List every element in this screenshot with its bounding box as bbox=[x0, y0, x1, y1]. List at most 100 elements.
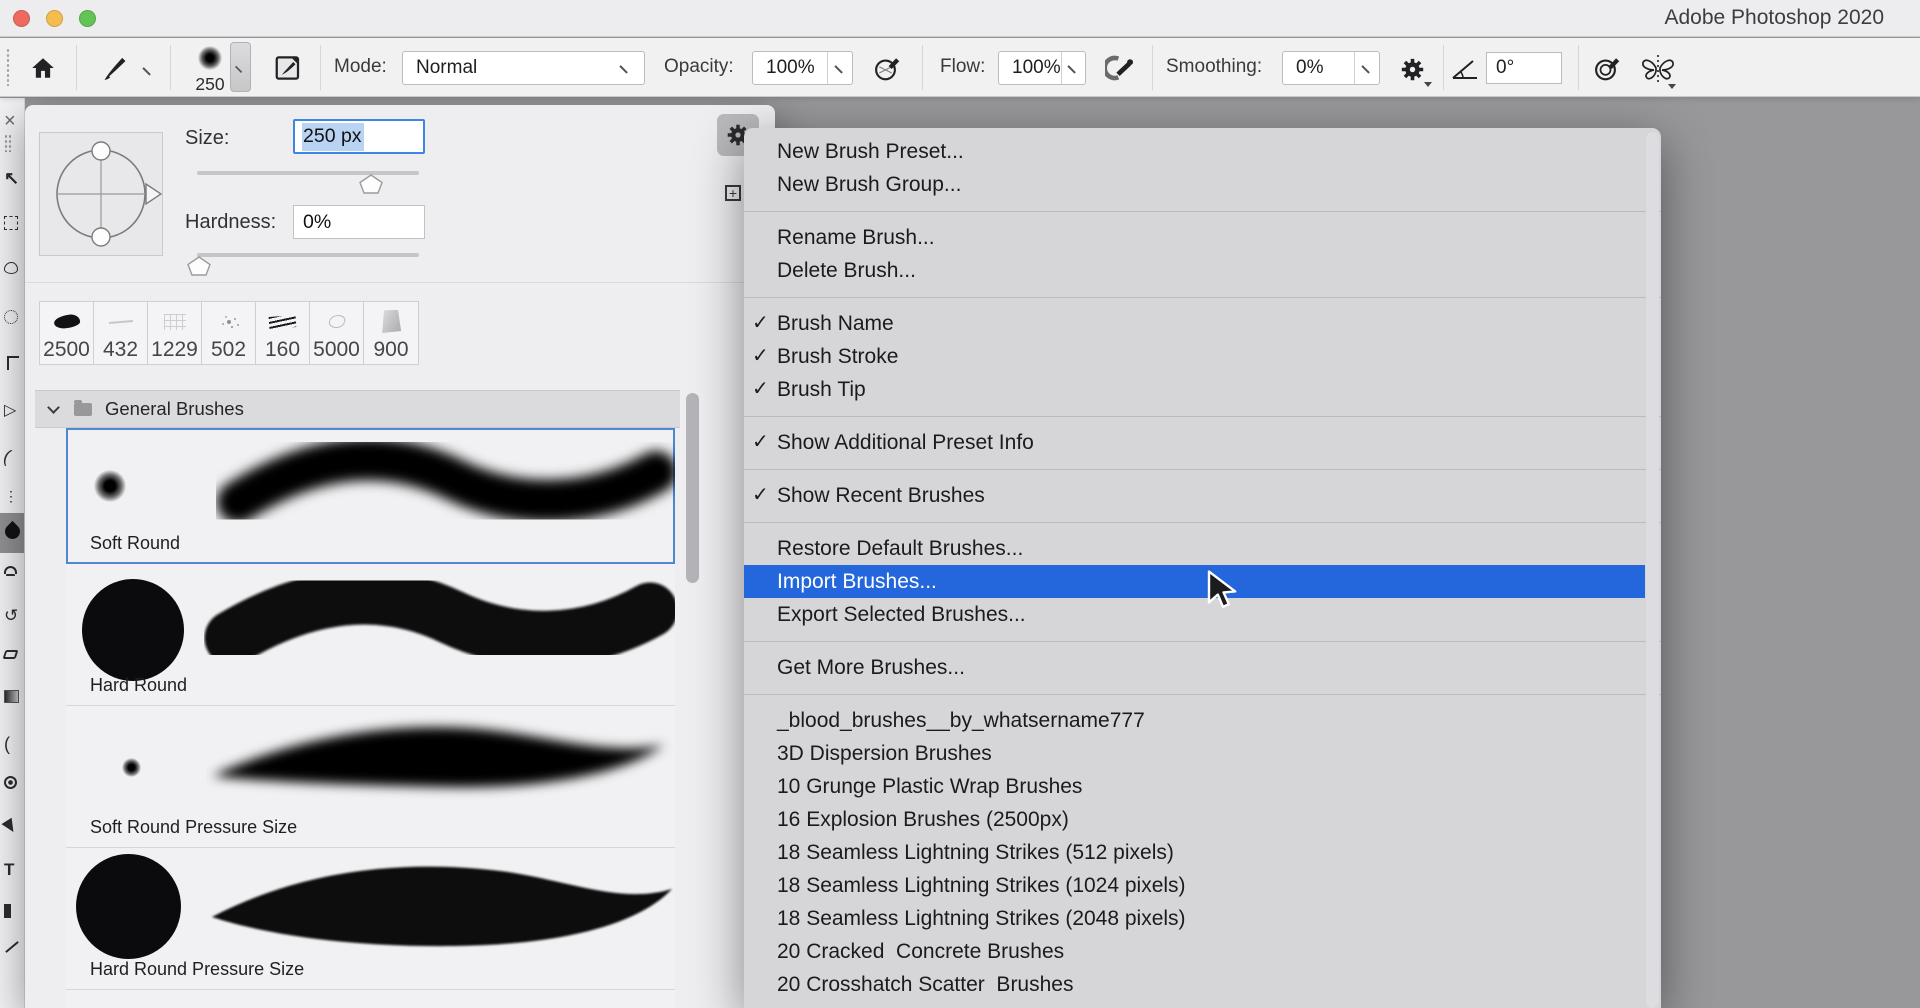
recent-brush-tile[interactable]: 900 bbox=[364, 302, 418, 364]
tool-item-quick-select-tool-icon[interactable] bbox=[4, 310, 18, 324]
flow-dropdown-button[interactable] bbox=[1061, 52, 1085, 84]
tool-item-crop-tool-icon[interactable] bbox=[7, 356, 19, 370]
menu-item-blood-brushes-by-whatsername777[interactable]: _blood_brushes__by_whatsername777 bbox=[744, 704, 1645, 737]
menu-item-18-seamless-lightning-strikes-2048-pixels[interactable]: 18 Seamless Lightning Strikes (2048 pixe… bbox=[744, 902, 1645, 935]
recent-brush-tile[interactable]: 1229 bbox=[148, 302, 202, 364]
hardness-slider-thumb[interactable] bbox=[187, 256, 211, 276]
tool-item-lasso-tool-icon[interactable] bbox=[4, 262, 18, 274]
zoom-window-button[interactable] bbox=[79, 10, 96, 27]
menu-item-brush-tip[interactable]: ✓Brush Tip bbox=[744, 373, 1645, 406]
menu-item-export-selected-brushes[interactable]: Export Selected Brushes... bbox=[744, 598, 1645, 631]
menu-item-get-more-brushes[interactable]: Get More Brushes... bbox=[744, 651, 1645, 684]
menu-item-brush-name[interactable]: ✓Brush Name bbox=[744, 307, 1645, 340]
menu-item-restore-default-brushes[interactable]: Restore Default Brushes... bbox=[744, 532, 1645, 565]
tool-item-path-select-tool-icon[interactable] bbox=[4, 904, 11, 918]
tool-item-polygon-lasso-tool-icon[interactable]: ▷ bbox=[4, 400, 16, 420]
size-input[interactable]: 250 px bbox=[293, 119, 425, 154]
tool-item-grip-icon[interactable] bbox=[4, 134, 12, 152]
recent-brush-tile[interactable]: 2500 bbox=[40, 302, 94, 364]
brush-list-scrollbar[interactable] bbox=[686, 393, 699, 583]
recent-brush-tile[interactable]: 502 bbox=[202, 302, 256, 364]
recent-brush-tile[interactable]: 5000 bbox=[310, 302, 364, 364]
recent-brush-tile[interactable]: 432 bbox=[94, 302, 148, 364]
menu-item-new-brush-group[interactable]: New Brush Group... bbox=[744, 168, 1645, 201]
chevron-down-icon[interactable] bbox=[142, 62, 156, 76]
tool-item-history-brush-tool-icon[interactable]: ↺ bbox=[4, 606, 18, 626]
recent-brush-tile[interactable]: 160 bbox=[256, 302, 310, 364]
options-bar-grip[interactable] bbox=[6, 48, 10, 86]
tool-item-eyedropper-tool-icon[interactable]: ( bbox=[0, 446, 13, 468]
menu-scrollbar[interactable] bbox=[1646, 132, 1659, 1008]
close-window-button[interactable] bbox=[13, 10, 30, 27]
tool-item-pen-tool-icon[interactable] bbox=[1, 818, 18, 835]
opacity-pressure-button[interactable] bbox=[870, 51, 906, 85]
toggle-brush-settings-button[interactable] bbox=[270, 51, 306, 85]
menu-item-20-crosshatch-scatter-brushes[interactable]: 20 Crosshatch Scatter Brushes bbox=[744, 968, 1645, 1001]
menu-separator bbox=[744, 641, 1661, 642]
smoothing-options-button[interactable] bbox=[1396, 53, 1428, 85]
brush-tool-button[interactable] bbox=[94, 50, 134, 86]
airbrush-icon bbox=[1105, 52, 1137, 84]
menu-item-delete-brush[interactable]: Delete Brush... bbox=[744, 254, 1645, 287]
brush-row-soft-round[interactable]: Soft Round bbox=[66, 428, 675, 564]
menu-item-label: 16 Explosion Brushes (2500px) bbox=[777, 808, 1069, 831]
tool-item-spot-heal-tool-icon[interactable]: ⋮ bbox=[4, 488, 18, 505]
tool-item-marquee-tool-icon[interactable] bbox=[4, 216, 18, 230]
brush-group-header[interactable]: General Brushes bbox=[35, 390, 680, 428]
brush-row-hard-round-pressure-size[interactable]: Hard Round Pressure Size bbox=[66, 848, 675, 990]
tool-item-clone-stamp-tool-icon[interactable] bbox=[4, 566, 17, 574]
smoothing-dropdown-button[interactable] bbox=[1354, 52, 1379, 84]
create-brush-icon[interactable]: + bbox=[725, 185, 741, 201]
butterfly-symmetry-icon bbox=[1640, 52, 1676, 86]
hardness-input[interactable]: 0% bbox=[293, 205, 425, 239]
arrow-cursor-icon bbox=[1206, 570, 1242, 610]
mode-select[interactable]: Normal bbox=[402, 51, 645, 85]
window-titlebar: Adobe Photoshop 2020 bbox=[0, 0, 1920, 37]
minimize-window-button[interactable] bbox=[46, 10, 63, 27]
menu-item-18-seamless-lightning-strikes-512-pixels[interactable]: 18 Seamless Lightning Strikes (512 pixel… bbox=[744, 836, 1645, 869]
tool-item-gradient-tool-icon[interactable] bbox=[4, 690, 19, 703]
tool-item-line-tool-icon[interactable] bbox=[5, 941, 19, 953]
opacity-select[interactable]: 100% bbox=[752, 51, 853, 85]
tool-item-move-tool-icon[interactable]: ↖ bbox=[4, 168, 19, 189]
brush-tip-angle-control[interactable] bbox=[39, 132, 163, 256]
airbrush-button[interactable] bbox=[1102, 51, 1140, 85]
hardness-slider[interactable] bbox=[197, 253, 419, 257]
tool-item-blur-tool-icon[interactable]: ( bbox=[4, 734, 10, 755]
brush-row-hard-round[interactable]: Hard Round bbox=[66, 564, 675, 706]
size-slider[interactable] bbox=[197, 171, 419, 175]
paint-symmetry-button[interactable] bbox=[1638, 51, 1678, 87]
menu-item-import-brushes[interactable]: Import Brushes... bbox=[744, 565, 1645, 598]
opacity-dropdown-button[interactable] bbox=[827, 52, 852, 84]
menu-item-label: 10 Grunge Plastic Wrap Brushes bbox=[777, 775, 1082, 798]
brush-preset-thumbnail[interactable] bbox=[198, 46, 222, 70]
menu-item-20-cracked-concrete-brushes[interactable]: 20 Cracked Concrete Brushes bbox=[744, 935, 1645, 968]
size-slider-thumb[interactable] bbox=[359, 174, 383, 194]
menu-item-rename-brush[interactable]: Rename Brush... bbox=[744, 221, 1645, 254]
menu-item-brush-stroke[interactable]: ✓Brush Stroke bbox=[744, 340, 1645, 373]
tool-item-type-tool-icon[interactable]: T bbox=[4, 860, 14, 880]
brush-angle-input[interactable]: 0° bbox=[1486, 52, 1562, 84]
tool-item-dodge-tool-icon[interactable] bbox=[4, 776, 17, 789]
menu-item-3d-dispersion-brushes[interactable]: 3D Dispersion Brushes bbox=[744, 737, 1645, 770]
brush-row-soft-round-pressure-size[interactable]: Soft Round Pressure Size bbox=[66, 706, 675, 848]
menu-item-show-recent-brushes[interactable]: ✓Show Recent Brushes bbox=[744, 479, 1645, 512]
smoothing-select[interactable]: 0% bbox=[1282, 51, 1380, 85]
divider bbox=[25, 282, 775, 283]
tool-item-selected-brush-tool-icon[interactable] bbox=[0, 513, 25, 553]
menu-item-show-additional-preset-info[interactable]: ✓Show Additional Preset Info bbox=[744, 426, 1645, 459]
recent-brushes-row: 250043212295021605000900 bbox=[39, 301, 419, 365]
menu-item-18-seamless-lightning-strikes-1024-pixels[interactable]: 18 Seamless Lightning Strikes (1024 pixe… bbox=[744, 869, 1645, 902]
size-pressure-button[interactable] bbox=[1590, 51, 1626, 85]
menu-item-new-brush-preset[interactable]: New Brush Preset... bbox=[744, 135, 1645, 168]
tool-item-close-icon[interactable]: × bbox=[4, 110, 16, 133]
menu-item-20-female-eyes-ps-brushes[interactable]: 20 Female Eyes Ps Brushes bbox=[744, 1001, 1645, 1008]
home-button[interactable] bbox=[27, 52, 59, 84]
menu-item-10-grunge-plastic-wrap-brushes[interactable]: 10 Grunge Plastic Wrap Brushes bbox=[744, 770, 1645, 803]
flow-select[interactable]: 100% bbox=[998, 51, 1086, 85]
tool-item-eraser-tool-icon[interactable] bbox=[3, 650, 19, 659]
chevron-down-icon[interactable] bbox=[47, 401, 60, 414]
menu-item-16-explosion-brushes-2500px[interactable]: 16 Explosion Brushes (2500px) bbox=[744, 803, 1645, 836]
brush-name: Hard Round bbox=[90, 675, 187, 696]
brush-preset-picker-button[interactable] bbox=[230, 42, 251, 92]
